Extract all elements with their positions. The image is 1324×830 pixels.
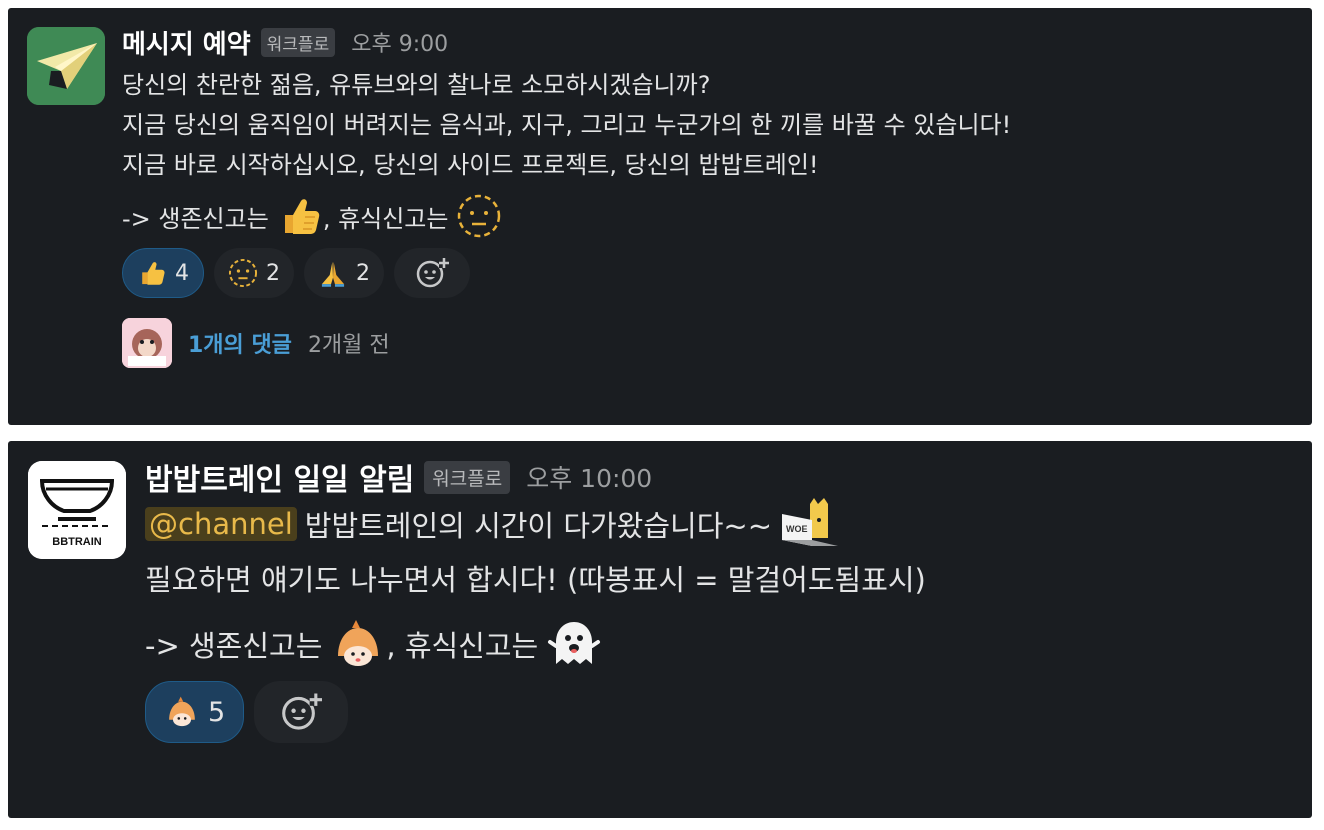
sender-name[interactable]: 밥밥트레인 일일 알림 (145, 455, 414, 499)
app-badge: 워크플로 (424, 460, 511, 494)
sender-name[interactable]: 메시지 예약 (122, 24, 251, 61)
thumbsup-icon (142, 262, 165, 285)
bbtrain-avatar[interactable]: BBTRAIN (28, 461, 126, 559)
avatar-wordmark: BBTRAIN (52, 536, 102, 548)
reaction-thumbsup[interactable]: 4 (122, 248, 204, 298)
dotted-line-face-icon (456, 193, 502, 239)
channel-mention[interactable]: @channel (145, 507, 297, 541)
message-body: 밥밥트레인 일일 알림 워크플로 오후 10:00 @channel 밥밥트레인… (145, 457, 1292, 743)
reaction-orange-creature[interactable]: 5 (145, 681, 245, 743)
message-card-scheduled: 메시지 예약 워크플로 오후 9:00 당신의 찬란한 젊음, 유튜브와의 찰나… (8, 8, 1312, 425)
paper-plane-icon (27, 27, 105, 105)
reaction-count: 2 (266, 260, 280, 286)
reaction-count: 2 (356, 260, 370, 286)
app-badge: 워크플로 (260, 27, 336, 57)
reaction-count: 5 (208, 696, 226, 728)
message-line: 지금 바로 시작하십시오, 당신의 사이드 프로젝트, 당신의 밥밥트레인! (122, 150, 819, 179)
reaction-folded-hands[interactable]: 2 (304, 248, 384, 298)
thread-last-reply-time: 2개월 전 (307, 333, 390, 358)
thread-participant-avatar[interactable] (122, 318, 172, 368)
message-line: 필요하면 얘기도 나누면서 합시다! (따봉표시 = 말걸어도됨표시) (145, 563, 926, 597)
paper-plane-avatar[interactable] (27, 27, 105, 105)
add-reaction-button[interactable] (254, 681, 349, 743)
thumbsup-icon (277, 193, 323, 239)
reaction-bar: 4 2 2 (122, 248, 1292, 298)
message-line: @channel 밥밥트레인의 시간이 다가왔습니다~~ WOE (145, 497, 1292, 551)
message-time[interactable]: 오후 9:00 (351, 26, 448, 58)
message-line: 당신의 찬란한 젊음, 유튜브와의 찰나로 소모하시겠습니까? (122, 70, 711, 99)
signal-middle: , 휴식신고는 (322, 204, 449, 233)
reaction-count: 4 (175, 260, 189, 286)
ghost-icon (546, 616, 602, 672)
thread-reply-link[interactable]: 1개의 댓글 (188, 327, 292, 359)
message-text: 밥밥트레인의 시간이 다가왔습니다~~ (304, 509, 773, 543)
reaction-dotted-face[interactable]: 2 (214, 248, 294, 298)
bowl-logo-icon: BBTRAIN (28, 461, 126, 559)
add-reaction-icon (416, 258, 449, 288)
orange-creature-icon (330, 616, 386, 672)
orange-creature-icon (169, 696, 195, 727)
message-time[interactable]: 오후 10:00 (526, 459, 652, 495)
signal-prefix: -> 생존신고는 (122, 204, 269, 233)
thread-summary[interactable]: 1개의 댓글 2개월 전 (122, 318, 1292, 368)
folded-hands-icon (321, 261, 345, 287)
dotted-line-face-icon (228, 258, 258, 288)
message-header: 메시지 예약 워크플로 오후 9:00 (122, 22, 1292, 62)
signal-line: -> 생존신고는 , 휴식신고는 (145, 617, 1292, 671)
reaction-bar: 5 (145, 681, 1292, 743)
signal-line: -> 생존신고는 , 휴식신고는 (122, 193, 1292, 239)
message-body: 메시지 예약 워크플로 오후 9:00 당신의 찬란한 젊음, 유튜브와의 찰나… (122, 22, 1292, 368)
laptop-sticker-text: WOE (786, 524, 808, 534)
add-reaction-button[interactable] (394, 248, 470, 298)
message-card-daily-alert: BBTRAIN 밥밥트레인 일일 알림 워크플로 오후 10:00 @chann… (8, 441, 1312, 818)
message-line: 지금 당신의 움직임이 버려지는 음식과, 지구, 그리고 누군가의 한 끼를 … (122, 110, 1012, 139)
message-header: 밥밥트레인 일일 알림 워크플로 오후 10:00 (145, 455, 1292, 499)
signal-middle: , 휴식신고는 (386, 629, 539, 663)
add-reaction-icon (282, 693, 323, 730)
laptop-cat-icon: WOE (780, 496, 839, 552)
signal-prefix: -> 생존신고는 (145, 629, 323, 663)
